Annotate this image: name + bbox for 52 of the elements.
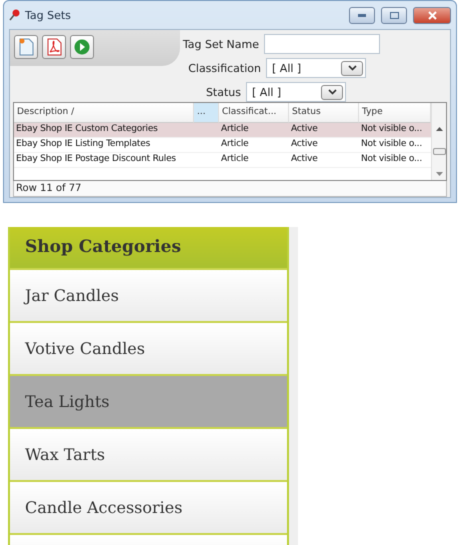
maximize-icon — [390, 12, 398, 18]
minimize-icon — [358, 14, 366, 16]
category-link[interactable]: Votive Candles — [10, 321, 287, 374]
run-button[interactable] — [70, 35, 94, 59]
table-cell[interactable]: Not visible o... — [359, 138, 431, 153]
minimize-button[interactable] — [349, 6, 375, 24]
column-header[interactable]: ... — [194, 103, 219, 123]
menu-title: Shop Categories — [10, 227, 287, 268]
table-cell[interactable]: Ebay Shop IE Postage Discount Rules — [14, 153, 194, 168]
close-button[interactable] — [413, 6, 451, 24]
table-cell[interactable]: Not visible o... — [359, 123, 431, 138]
status-bar: Row 11 of 77 — [13, 181, 447, 197]
column-header[interactable]: Description / — [14, 103, 194, 123]
table-cell[interactable]: Active — [289, 138, 359, 153]
column-header[interactable]: Status — [289, 103, 359, 123]
table-cell[interactable]: Active — [289, 123, 359, 138]
new-document-icon — [18, 38, 34, 56]
chevron-down-icon — [328, 89, 336, 95]
scroll-down-icon — [436, 172, 442, 176]
scroll-up-icon — [436, 127, 442, 131]
table-cell[interactable]: Ebay Shop IE Custom Categories — [14, 123, 194, 138]
dropdown-button[interactable] — [321, 84, 343, 100]
pin-icon — [9, 9, 21, 21]
filter-dropdown[interactable]: [ All ] — [246, 82, 346, 102]
dropdown-button[interactable] — [341, 60, 363, 76]
table-cell[interactable]: Ebay Shop IE Listing Templates — [14, 138, 194, 153]
chevron-down-icon — [348, 65, 356, 71]
pdf-button[interactable] — [42, 35, 66, 59]
table-cell[interactable]: Active — [289, 153, 359, 168]
table-cell[interactable]: Article — [219, 153, 289, 168]
new-button[interactable] — [14, 35, 38, 59]
scroll-thumb[interactable] — [432, 148, 446, 155]
filter-label: Classification — [188, 62, 261, 74]
play-icon — [74, 39, 90, 55]
filter-dropdown[interactable]: [ All ] — [266, 58, 366, 78]
close-icon — [428, 10, 436, 20]
name-field[interactable] — [264, 34, 380, 54]
table-cell[interactable]: Article — [219, 123, 289, 138]
category-link[interactable]: Tea Lights — [10, 374, 287, 427]
scrollbar[interactable] — [431, 103, 446, 180]
category-link[interactable]: Wax Tarts — [10, 427, 287, 480]
pdf-icon — [46, 38, 62, 56]
column-header[interactable]: Classificat... — [219, 103, 289, 123]
column-header[interactable]: Type — [359, 103, 431, 123]
category-link[interactable]: Candle Accessories — [10, 480, 287, 533]
window-title: Tag Sets — [25, 8, 72, 22]
filter-label: Status — [206, 86, 241, 98]
maximize-button[interactable] — [381, 6, 407, 24]
category-link[interactable]: Jar Candles — [10, 268, 287, 321]
table-cell[interactable]: Not visible o... — [359, 153, 431, 168]
table-cell[interactable]: Article — [219, 138, 289, 153]
filter-label: Tag Set Name — [182, 38, 259, 50]
